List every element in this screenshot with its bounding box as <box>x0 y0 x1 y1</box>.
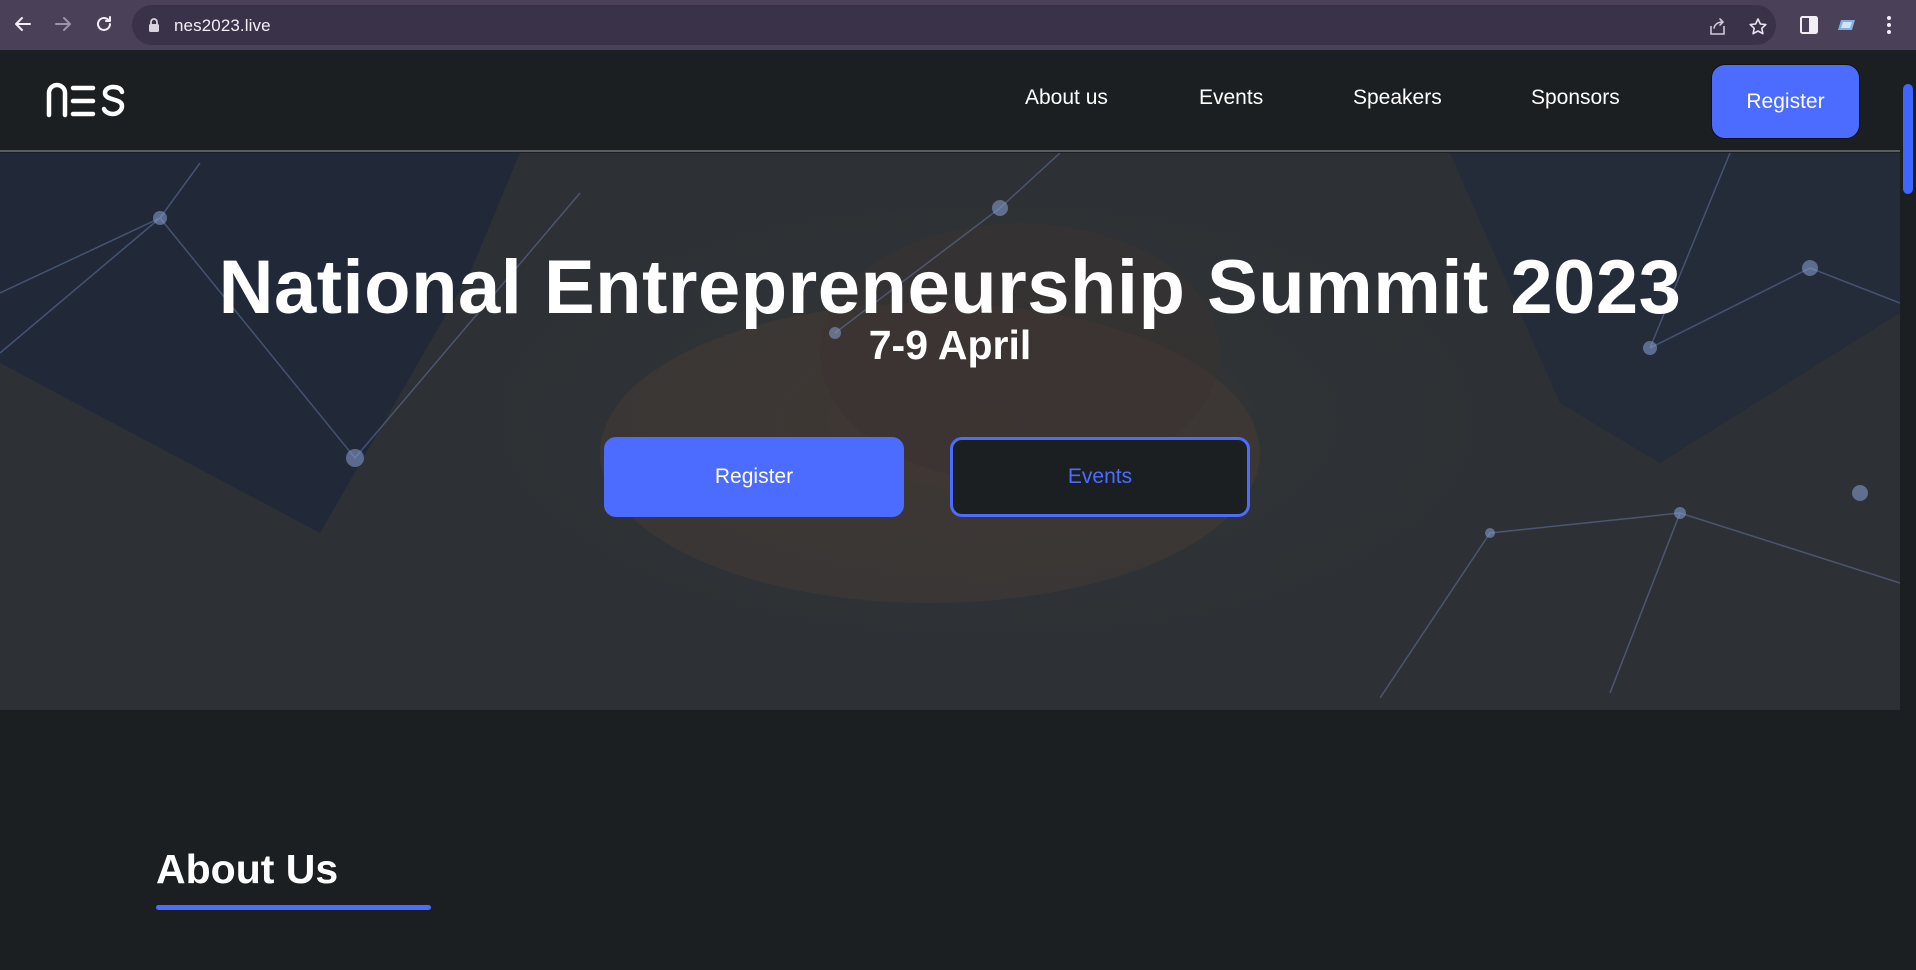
header-register-button[interactable]: Register <box>1711 64 1860 139</box>
side-panel-icon[interactable] <box>1798 14 1820 36</box>
about-us-heading: About Us <box>156 846 339 892</box>
address-bar[interactable]: nes2023.live <box>132 5 1776 45</box>
hero-register-button[interactable]: Register <box>604 437 904 517</box>
nav-about-us[interactable]: About us <box>1025 86 1108 110</box>
nav-events[interactable]: Events <box>1199 86 1263 110</box>
about-us-underline <box>156 905 431 910</box>
site-header: About us Events Speakers Sponsors Regist… <box>0 50 1900 152</box>
nav-sponsors[interactable]: Sponsors <box>1531 86 1620 110</box>
forward-arrow-icon[interactable] <box>50 11 76 37</box>
scrollbar-thumb[interactable] <box>1903 84 1913 194</box>
kebab-menu-icon[interactable] <box>1878 14 1900 36</box>
star-icon[interactable] <box>1748 17 1768 37</box>
extension-icon[interactable] <box>1836 14 1858 36</box>
page-scrollbar[interactable] <box>1900 50 1916 970</box>
back-arrow-icon[interactable] <box>10 11 36 37</box>
share-icon[interactable] <box>1708 17 1728 37</box>
reload-icon[interactable] <box>91 11 117 37</box>
hero-date: 7-9 April <box>868 322 1032 368</box>
hero-background-image <box>0 153 1900 699</box>
hero-events-button[interactable]: Events <box>950 437 1250 517</box>
browser-toolbar: nes2023.live <box>0 0 1916 50</box>
lock-icon[interactable] <box>146 17 162 33</box>
nav-speakers[interactable]: Speakers <box>1353 86 1442 110</box>
hero-section: National Entrepreneurship Summit 2023 7-… <box>0 153 1900 710</box>
nes-logo[interactable] <box>46 79 126 119</box>
hero-title: National Entrepreneurship Summit 2023 <box>218 245 1682 330</box>
url-text: nes2023.live <box>174 16 271 35</box>
